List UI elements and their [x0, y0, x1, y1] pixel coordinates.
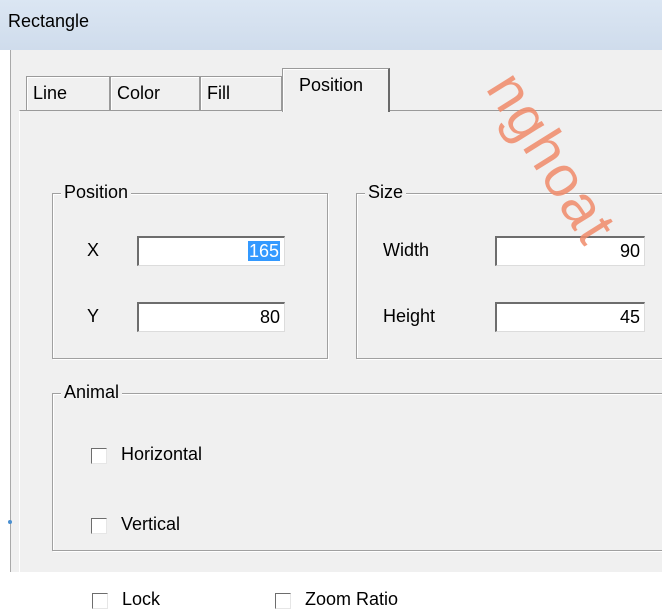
x-label: X: [87, 240, 100, 260]
tab-fill-label: Fill: [207, 83, 230, 103]
title-bar: Rectangle: [0, 0, 662, 50]
horizontal-label[interactable]: Horizontal: [121, 444, 202, 465]
tab-line-label: Line: [33, 83, 68, 103]
vertical-label[interactable]: Vertical: [121, 514, 180, 535]
y-label: Y: [87, 306, 100, 326]
y-input[interactable]: 80: [137, 302, 285, 332]
vertical-checkbox[interactable]: [91, 518, 107, 534]
lock-checkbox[interactable]: [92, 593, 108, 609]
position-groupbox: Position X 165 Y 80: [52, 182, 328, 359]
size-group-legend: Size: [365, 182, 407, 203]
tab-position-label: Position: [299, 75, 364, 95]
zoom-ratio-checkbox[interactable]: [275, 593, 291, 609]
lock-label[interactable]: Lock: [122, 589, 160, 610]
height-value: 45: [619, 307, 640, 327]
tab-position[interactable]: Position: [282, 68, 390, 112]
tab-color[interactable]: Color: [110, 76, 200, 110]
x-value: 165: [247, 241, 280, 261]
edge-marker: [8, 520, 12, 524]
height-input[interactable]: 45: [495, 302, 645, 332]
animal-group-legend: Animal: [61, 382, 123, 403]
y-value: 80: [259, 307, 280, 327]
width-label: Width: [383, 240, 430, 260]
animal-groupbox: Animal Horizontal Vertical: [52, 382, 662, 551]
horizontal-checkbox[interactable]: [91, 448, 107, 464]
height-label: Height: [383, 306, 436, 326]
tab-fill[interactable]: Fill: [200, 76, 282, 110]
tab-color-label: Color: [117, 83, 161, 103]
x-input[interactable]: 165: [137, 236, 285, 266]
width-value: 90: [619, 241, 640, 261]
position-group-legend: Position: [61, 182, 132, 203]
tab-line[interactable]: Line: [26, 76, 110, 110]
zoom-ratio-label[interactable]: Zoom Ratio: [305, 589, 398, 610]
window-title: Rectangle: [8, 11, 90, 31]
